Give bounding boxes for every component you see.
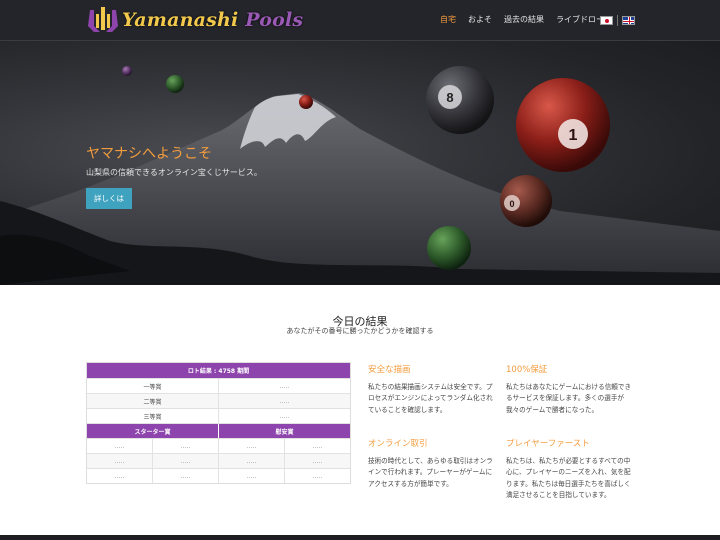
hero-subtitle: 山梨県の信頼できるオンライン宝くじサービス。 (86, 168, 262, 177)
feature-title: 安全な描画 (368, 365, 411, 375)
ball-number-1: 1 (569, 127, 578, 144)
table-header-title: ロト結果 : 4758 期間 (187, 368, 250, 375)
feature-title: 100%保証 (506, 365, 548, 375)
prize-label: 二等賞 (143, 398, 162, 406)
nav-item-live-draw[interactable]: ライブドロー (556, 14, 604, 25)
starter-cell: ..... (152, 439, 218, 453)
hero-banner: 8 1 0 ヤマナシへようこそ 山梨県の信頼できるオンライン宝くじサービス。 詳… (0, 41, 720, 285)
ball-number-0: 0 (509, 199, 514, 209)
feature-guarantee: 100%保証 私たちはあなたにゲームにおける信頼できるサービスを保証します。多く… (506, 363, 636, 416)
feature-title: オンライン取引 (368, 439, 428, 449)
feature-text: 私たちは、私たちが必要とするすべての中心に、プレイヤーのニーズを入れ、気を配りま… (506, 457, 631, 499)
consolation-prize-header: 慰安賞 (218, 424, 350, 438)
hero-background-illustration: 8 1 0 (0, 66, 720, 285)
table-row: 三等賞 ..... (87, 408, 350, 423)
feature-text: 私たちはあなたにゲームにおける信頼できるサービスを保証します。多くの選手が我々の… (506, 383, 632, 414)
hero-title: ヤマナシへようこそ (86, 146, 212, 162)
nav-item-about[interactable]: およそ (468, 14, 492, 25)
ball-number-8: 8 (446, 90, 453, 105)
starter-cell: ..... (114, 472, 125, 480)
language-switcher (600, 15, 635, 26)
prize-label: 一等賞 (143, 383, 162, 391)
table-row: ..... ..... ..... ..... (87, 438, 350, 453)
consolation-cell: ..... (218, 439, 284, 453)
consolation-cell: ..... (284, 439, 350, 453)
flag-divider (617, 15, 618, 26)
uk-flag-icon[interactable] (622, 16, 635, 25)
feature-text: 技術の時代として、あらゆる取引はオンラインで行われます。プレーヤーがゲームにアク… (368, 457, 493, 488)
starter-cell: ..... (152, 454, 218, 468)
lottery-ball-red-small (299, 95, 313, 109)
table-row: 二等賞 ..... (87, 393, 350, 408)
nav-item-home[interactable]: 自宅 (440, 14, 456, 25)
brand-name: Yamanashi Pools (122, 9, 304, 31)
lottery-ball-green-large (427, 226, 471, 270)
consolation-cell: ..... (218, 469, 284, 483)
prize-value: ..... (218, 379, 350, 393)
table-header-row: ロト結果 : 4758 期間 (87, 363, 350, 378)
feature-online-transactions: オンライン取引 技術の時代として、あらゆる取引はオンラインで行われます。プレーヤ… (368, 437, 498, 490)
consolation-cell: ..... (284, 469, 350, 483)
footer-strip (0, 535, 720, 540)
table-row: 一等賞 ..... (87, 378, 350, 393)
feature-text: 私たちの結果描画システムは安全です。プロセスがエンジンによってランダム化されてい… (368, 383, 493, 414)
brand-logo[interactable]: Yamanashi Pools (86, 4, 303, 36)
table-row: ..... ..... ..... ..... (87, 453, 350, 468)
jp-flag-icon[interactable] (600, 16, 613, 25)
nav-item-past-results[interactable]: 過去の結果 (504, 14, 544, 25)
lotto-results-table: ロト結果 : 4758 期間 一等賞 ..... 二等賞 ..... 三等賞 .… (86, 362, 351, 484)
feature-player-first: プレイヤーファースト 私たちは、私たちが必要とするすべての中心に、プレイヤーのニ… (506, 437, 636, 501)
table-subheader-row: スターター賞 慰安賞 (87, 423, 350, 438)
feature-title: プレイヤーファースト (506, 439, 590, 449)
main-menu: 自宅 およそ 過去の結果 ライブドロー (440, 14, 616, 25)
consolation-cell: ..... (284, 454, 350, 468)
starter-prize-header: スターター賞 (134, 428, 171, 436)
prize-value: ..... (218, 409, 350, 423)
prize-value: ..... (218, 394, 350, 408)
learn-more-button[interactable]: 詳しくは (86, 188, 132, 209)
consolation-cell: ..... (218, 454, 284, 468)
starter-cell: ..... (114, 457, 125, 465)
starter-cell: ..... (114, 442, 125, 450)
starter-cell: ..... (152, 469, 218, 483)
top-navbar: Yamanashi Pools 自宅 およそ 過去の結果 ライブドロー (0, 0, 720, 41)
table-row: ..... ..... ..... ..... (87, 468, 350, 483)
prize-label: 三等賞 (143, 413, 162, 421)
results-subtitle: あなたがその番号に勝ったかどうかを確認する (286, 327, 434, 335)
logo-mark-icon (88, 7, 118, 32)
lottery-ball-purple-small (122, 66, 132, 76)
lottery-ball-green-small (166, 75, 184, 93)
feature-secure-draw: 安全な描画 私たちの結果描画システムは安全です。プロセスがエンジンによってランダ… (368, 363, 498, 416)
